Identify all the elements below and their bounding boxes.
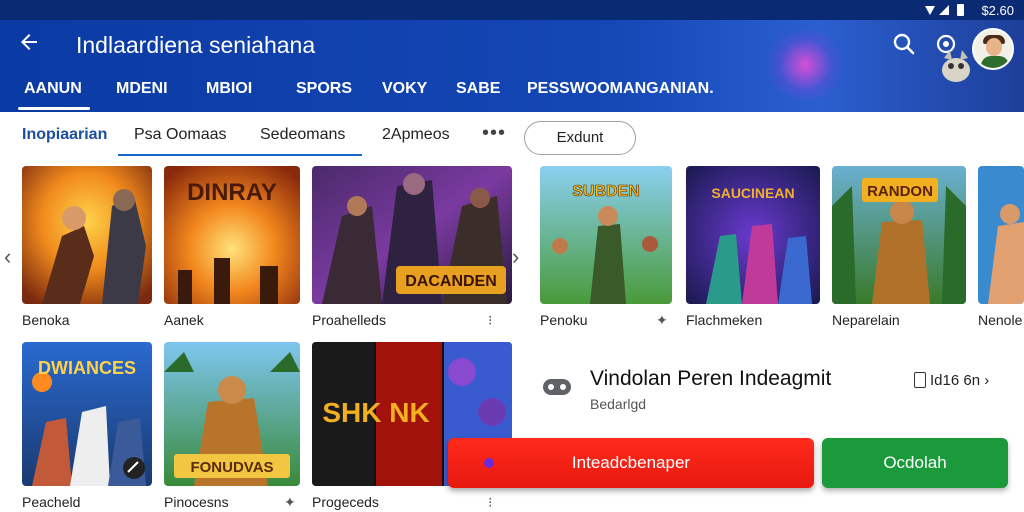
category-tab-mdeni[interactable]: MDENI [116,74,168,104]
install-title: Vindolan Peren Indeagmit [590,367,832,390]
filter-pill[interactable]: Exdunt [524,121,636,155]
game-art: DINRAY [164,166,300,304]
game-title: Nenole [978,312,1023,328]
game-card-aanek[interactable]: DINRAY [164,166,300,304]
chevron-right-icon[interactable]: › [512,244,519,270]
game-art: DWIANCES [22,342,152,486]
category-tab-spors[interactable]: SPORS [296,74,352,104]
game-title: Peacheld [22,494,81,510]
back-button[interactable] [14,30,44,58]
game-art-label: SAUCINEAN [711,185,794,201]
subtab-2apmeos[interactable]: 2Apmeos [382,126,450,144]
primary-action-button[interactable]: Inteadcbenaper [448,438,814,488]
game-title: Pinocesns [164,494,229,510]
category-tab-pesswoomanganian[interactable]: PESSWOOMANGANIAN. [527,74,714,104]
mascot-image [936,46,976,86]
app-header: Indlaardiena seniahana AANUN MDENI MBIOI… [0,20,1024,112]
chevron-left-icon[interactable]: ‹ [4,244,11,270]
game-title: Neparelain [832,312,900,328]
game-card-neparelain[interactable]: RANDON [832,166,966,304]
install-size-label: Id16 6n [930,372,981,389]
install-subtitle: Bedarlgd [590,396,647,412]
install-size[interactable]: Id16 6n › [914,372,989,389]
game-card-penoku[interactable]: SUBDEN [540,166,672,304]
search-button[interactable] [890,30,918,58]
game-art-label: DACANDEN [405,273,497,290]
more-vert-icon[interactable]: ⁝ [488,494,492,511]
storage-icon [914,372,926,388]
game-art: SAUCINEAN [686,166,820,304]
game-card-benoka[interactable] [22,166,152,304]
game-art-label: SHK NK [322,397,429,428]
game-title: Aanek [164,312,204,328]
game-card-peacheld[interactable]: DWIANCES [22,342,152,486]
secondary-action-label: Ocdolah [883,453,947,472]
category-tab-mbioi[interactable]: MBIOI [206,74,252,104]
avatar[interactable] [972,28,1014,70]
game-art-label: DWIANCES [38,358,136,378]
subtab-indicator [118,154,362,156]
game-title: Penoku [540,312,588,328]
game-art-label: SUBDEN [572,183,640,200]
game-title: Progeceds [312,494,379,510]
game-art-label: RANDON [867,183,933,200]
more-vert-icon[interactable]: ⁝ [488,312,492,329]
game-art-label: FONUDVAS [190,459,273,476]
game-art: FONUDVAS [164,342,300,486]
category-tab-voky[interactable]: VOKY [382,74,427,104]
subtab-inopiaarian[interactable]: Inopiaarian [22,126,107,144]
pin-icon[interactable]: ✦ [284,494,296,511]
status-bar: $2.60 [0,0,1024,20]
button-dot-icon [484,458,494,468]
subtab-sedeomans[interactable]: Sedeomans [260,126,345,144]
search-icon [893,33,915,55]
game-art-label: DINRAY [187,179,277,206]
game-card-flachmeken[interactable]: SAUCINEAN [686,166,820,304]
game-art [22,166,152,304]
game-title: Benoka [22,312,70,328]
game-title: Proahelleds [312,312,386,328]
arrow-left-icon [21,34,37,50]
signal-icons [925,4,965,16]
game-card-proahelleds[interactable]: DACANDEN [312,166,512,304]
game-art [978,166,1024,304]
status-time: $2.60 [981,2,1014,18]
page-title: Indlaardiena seniahana [76,32,316,58]
category-tab-sabe[interactable]: SABE [456,74,500,104]
game-art: RANDON [832,166,966,304]
game-title: Flachmeken [686,312,763,328]
category-tab-aanun[interactable]: AANUN [18,74,90,110]
pin-icon[interactable]: ✦ [656,312,668,329]
primary-action-label: Inteadcbenaper [571,453,691,472]
header-glow [760,30,850,100]
game-art: DACANDEN [312,166,512,304]
game-card-pinocesns[interactable]: FONUDVAS [164,342,300,486]
secondary-action-button[interactable]: Ocdolah [822,438,1008,488]
game-card-nenole[interactable] [978,166,1024,304]
game-art: SUBDEN [540,166,672,304]
gamepad-icon [542,376,572,398]
more-options-button[interactable]: ••• [482,122,506,145]
subtab-psa-oomaas[interactable]: Psa Oomaas [134,126,226,144]
